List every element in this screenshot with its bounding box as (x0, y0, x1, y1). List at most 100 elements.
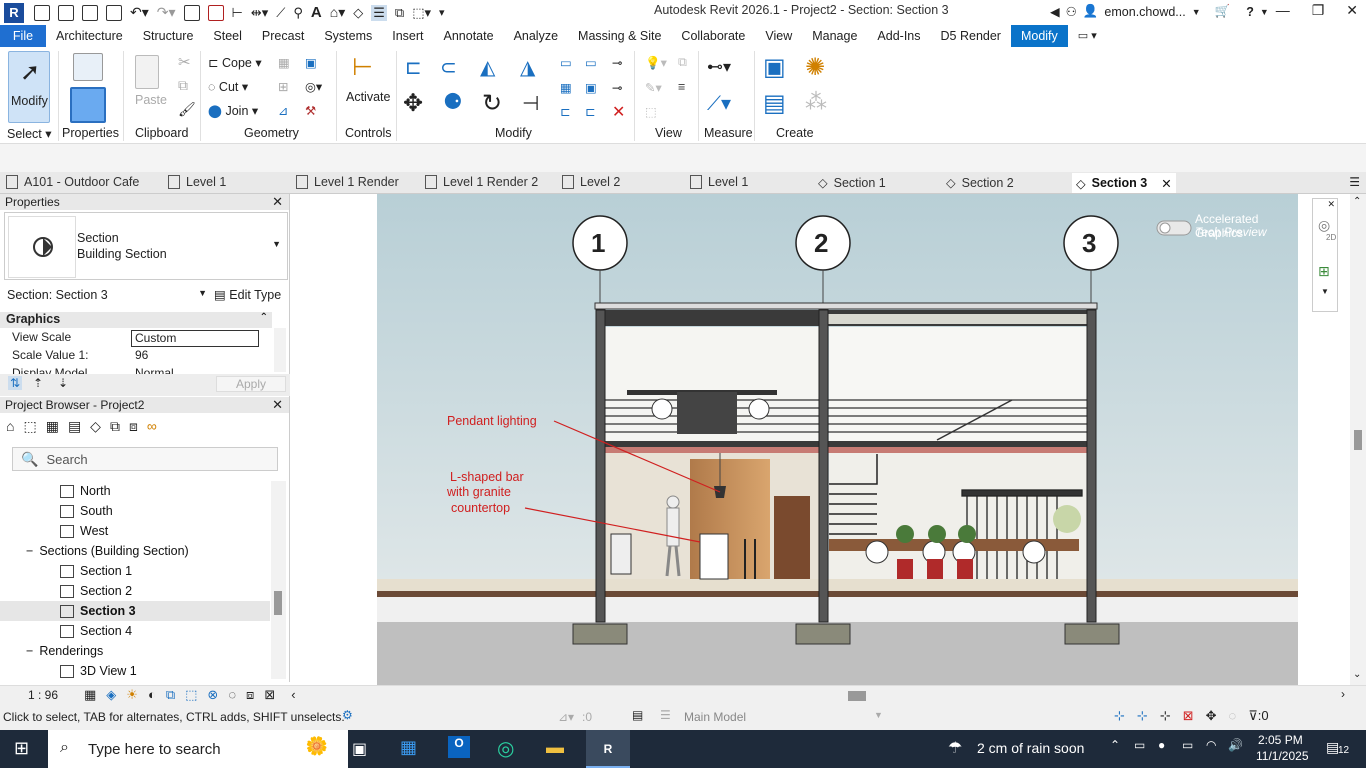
mirror-draw-icon[interactable]: ◮ (520, 55, 535, 80)
browser-schedules-icon[interactable]: ▦ (46, 418, 59, 435)
drag-elements-icon[interactable]: ✥ (1206, 708, 1217, 724)
scroll-down-icon[interactable]: ⌄ (1353, 669, 1361, 680)
user-area[interactable]: ◀ ⚇ 👤 emon.chowd... ▼ 🛒 ? ▼ (1050, 4, 1269, 19)
tag-icon[interactable]: ⚲ (293, 5, 303, 21)
cart-icon[interactable]: 🛒 (1215, 4, 1231, 19)
export-icon[interactable] (207, 4, 224, 21)
view-tab[interactable]: Level 1 (690, 175, 748, 189)
section-icon[interactable]: ◇ (353, 5, 363, 21)
section-view[interactable]: 1 2 3 Pendant lighting L-shaped bar with… (377, 194, 1298, 685)
tray-app-icon[interactable]: ● (1158, 738, 1165, 752)
view-tab[interactable]: Level 1 (168, 175, 226, 189)
detail-level-icon[interactable]: ▦ (84, 687, 96, 703)
aligned-dimension-icon[interactable]: ⟋▾ (707, 91, 731, 116)
vscroll-thumb[interactable] (1354, 430, 1362, 450)
tab-modify[interactable]: Modify (1010, 25, 1068, 47)
meet-icon[interactable]: ▭ (1134, 738, 1145, 752)
sort-icon[interactable]: ⇅ (8, 376, 23, 390)
browser-sheets-icon[interactable]: ▤ (68, 418, 81, 435)
offset-icon[interactable]: ⊂ (440, 55, 457, 80)
user-icon[interactable]: 👤 (1083, 4, 1099, 19)
collapse-bar-icon[interactable]: ‹ (291, 687, 295, 703)
view-tab[interactable]: ◇ Section 1 (818, 175, 886, 191)
tab-precast[interactable]: Precast (252, 25, 314, 47)
reveal-hidden-icon[interactable]: ◌ (228, 687, 236, 703)
tab-systems[interactable]: Systems (314, 25, 382, 47)
help-icon[interactable]: ? (1246, 5, 1254, 19)
caret-left-icon[interactable]: ◀ (1050, 4, 1060, 19)
select-pinned-icon[interactable]: ⊹ (1160, 708, 1171, 724)
browser-scrollbar[interactable] (271, 481, 286, 679)
tree-group[interactable]: − Renderings (26, 644, 103, 658)
outlook-icon[interactable]: O (448, 736, 470, 758)
store-icon[interactable]: ▦ (400, 737, 417, 758)
edge-icon[interactable]: ◎ (497, 736, 514, 761)
user-name[interactable]: emon.chowd... (1104, 5, 1185, 19)
tab-steel[interactable]: Steel (203, 25, 252, 47)
create-group-icon[interactable]: ▤ (763, 89, 786, 118)
browser-link-icon[interactable]: ∞ (147, 418, 157, 435)
open-icon[interactable] (58, 4, 74, 21)
tree-item[interactable]: Section 2 (60, 584, 132, 598)
tree-item[interactable]: Section 1 (60, 564, 132, 578)
tab-structure[interactable]: Structure (133, 25, 204, 47)
type-dropdown-icon[interactable]: ▼ (272, 239, 281, 249)
main-model-label[interactable]: Main Model (684, 710, 746, 724)
beam-join-icon[interactable]: ⊿ (278, 103, 288, 118)
canvas-hscroll[interactable]: › (370, 687, 1345, 703)
filter-icon[interactable]: ⊽:0 (1248, 708, 1268, 724)
tab-list-icon[interactable]: ☰ (1349, 175, 1360, 189)
view-tab[interactable]: Level 1 Render 2 (425, 175, 538, 189)
tab-manage[interactable]: Manage (802, 25, 867, 47)
close-hidden-icon[interactable]: ⧉ (395, 5, 404, 21)
scroll-up-icon[interactable]: ⌃ (1353, 196, 1361, 207)
sync-icon[interactable] (106, 4, 122, 21)
people-icon[interactable]: ⚇ (1066, 4, 1077, 19)
analytical-icon[interactable]: ⊠ (264, 687, 275, 703)
help-dropdown-icon[interactable]: ▼ (1260, 7, 1269, 17)
move-icon[interactable]: ✥ (403, 89, 423, 118)
view-tab[interactable]: Level 1 Render (296, 175, 399, 189)
browser-search[interactable]: 🔍 Search (12, 447, 278, 471)
tab-massing-site[interactable]: Massing & Site (568, 25, 671, 47)
select-by-face-icon[interactable]: ⊠ (1183, 708, 1194, 724)
weather-text[interactable]: 2 cm of rain soon (977, 740, 1084, 756)
switch-windows-icon[interactable]: ⬚▾ (412, 5, 431, 21)
align-icon[interactable]: ⊏ (405, 55, 422, 80)
cut-geometry-button[interactable]: ◌ Cut ▾ (208, 79, 248, 94)
bar-note-line3[interactable]: countertop (451, 501, 510, 515)
task-view-icon[interactable]: ▣ (352, 739, 367, 759)
taskbar-search-input[interactable]: Type here to search (88, 741, 221, 758)
minimize-icon[interactable]: — (1276, 2, 1290, 19)
copy-element-icon[interactable]: ⚈ (443, 89, 463, 115)
dimension-icon[interactable]: ⟋ (276, 5, 285, 21)
tree-item-selected[interactable]: Section 3 (60, 604, 136, 618)
panel-select[interactable]: Select ▾ (7, 126, 52, 141)
browser-views-icon[interactable]: ⬚ (23, 418, 36, 435)
apply-button[interactable]: Apply (216, 376, 286, 392)
close-browser-icon[interactable]: ✕ (272, 397, 283, 413)
graphics-group[interactable]: Graphics ⌃ (0, 312, 272, 328)
wheel-2d-icon[interactable]: ◎ (1318, 217, 1330, 234)
sort-desc-icon[interactable]: ⇣ (58, 376, 68, 390)
close-tab-icon[interactable]: ✕ (1161, 176, 1171, 191)
create-similar-icon[interactable]: ⁂ (805, 89, 827, 115)
navbar-dropdown-icon[interactable]: ▼ (1321, 287, 1329, 296)
model-dropdown-icon[interactable]: ▼ (874, 710, 883, 720)
show-crop-icon[interactable]: ⬚ (185, 687, 197, 703)
collapse-minus-icon[interactable]: − (26, 644, 33, 658)
canvas-vscroll-track[interactable]: ⌃ ⌄ (1350, 194, 1366, 685)
bar-note-line2[interactable]: with granite (447, 485, 511, 499)
restore-icon[interactable]: ❐ (1312, 2, 1325, 19)
split-icon[interactable]: ▭ (560, 55, 572, 70)
explorer-icon[interactable]: ▬ (546, 737, 564, 758)
browser-links-icon[interactable]: ⧈ (129, 418, 138, 435)
tab-d5-render[interactable]: D5 Render (931, 25, 1011, 47)
temp-hide-icon[interactable]: ⊗ (207, 687, 218, 703)
pin-icon[interactable]: ⊸ (612, 55, 622, 70)
tree-item[interactable]: South (60, 504, 113, 518)
drawing-canvas[interactable]: 1 2 3 Pendant lighting L-shaped bar with… (290, 194, 1366, 685)
tree-item[interactable]: Section 4 (60, 624, 132, 638)
visual-style-icon[interactable]: ◈ (106, 687, 116, 703)
design-options-icon[interactable]: ▤ (632, 708, 643, 722)
